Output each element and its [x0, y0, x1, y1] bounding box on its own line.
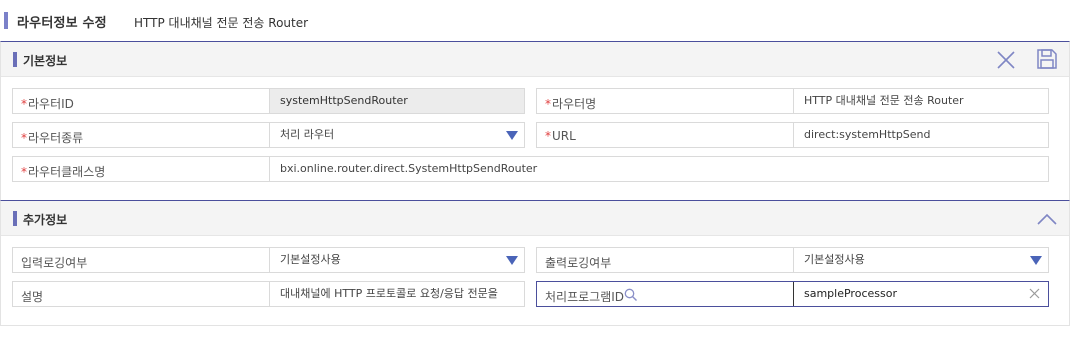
router-class-label: *라우터클래스명 — [21, 165, 106, 179]
title-marker — [4, 12, 8, 29]
description-label: 설명 — [21, 290, 44, 304]
processor-id-input[interactable]: sampleProcessor — [793, 282, 1048, 306]
router-class-input[interactable]: bxi.online.router.direct.SystemHttpSendR… — [269, 157, 1048, 181]
dropdown-arrow-icon[interactable] — [506, 131, 518, 140]
processor-id-field: 처리프로그램ID sampleProcessor — [536, 281, 1049, 307]
router-type-select[interactable]: 처리 라우터 — [269, 123, 524, 147]
output-logging-select[interactable]: 기본설정사용 — [793, 248, 1048, 272]
extra-info-title: 추가정보 — [23, 213, 68, 227]
chevron-up-icon — [1037, 213, 1057, 225]
url-input[interactable]: direct:systemHttpSend — [793, 123, 1048, 147]
router-name-input[interactable]: HTTP 대내채널 전문 전송 Router — [793, 89, 1048, 113]
router-id-field: *라우터ID systemHttpSendRouter — [12, 88, 525, 114]
search-icon[interactable] — [624, 288, 638, 302]
basic-info-section: 기본정보 *라우터ID systemHttpSendRouter *라우터명 H… — [0, 41, 1070, 200]
basic-info-header: 기본정보 — [1, 42, 1069, 77]
collapse-button[interactable] — [1036, 209, 1058, 231]
processor-id-label: 처리프로그램ID — [545, 290, 625, 304]
dropdown-arrow-icon[interactable] — [1030, 256, 1042, 265]
input-logging-label: 입력로깅여부 — [21, 256, 88, 270]
extra-info-header: 추가정보 — [1, 201, 1069, 236]
close-icon — [997, 51, 1015, 69]
router-name-label: *라우터명 — [545, 97, 597, 111]
page-header: 라우터정보 수정 HTTP 대내채널 전문 전송 Router — [0, 0, 1074, 42]
extra-info-section: 추가정보 입력로깅여부 기본설정사용 출력로깅여부 기본설정사용 설명 대내채널… — [0, 200, 1070, 326]
description-field: 설명 대내채널에 HTTP 프로토콜로 요청/응답 전문을 — [12, 281, 525, 307]
router-name-field: *라우터명 HTTP 대내채널 전문 전송 Router — [536, 88, 1049, 114]
router-id-label: *라우터ID — [21, 97, 74, 111]
save-button[interactable] — [1036, 48, 1058, 70]
dropdown-arrow-icon[interactable] — [506, 256, 518, 265]
description-input[interactable]: 대내채널에 HTTP 프로토콜로 요청/응답 전문을 — [269, 282, 524, 306]
close-button[interactable] — [995, 49, 1017, 71]
section-marker — [13, 211, 17, 226]
input-logging-field: 입력로깅여부 기본설정사용 — [12, 247, 525, 273]
router-type-field: *라우터종류 처리 라우터 — [12, 122, 525, 148]
save-icon — [1037, 49, 1057, 69]
section-marker — [13, 52, 17, 67]
page-subtitle: HTTP 대내채널 전문 전송 Router — [134, 16, 309, 30]
output-logging-label: 출력로깅여부 — [545, 256, 612, 270]
page-title: 라우터정보 수정 — [17, 16, 107, 31]
url-label: *URL — [545, 129, 576, 143]
input-logging-select[interactable]: 기본설정사용 — [269, 248, 524, 272]
url-field: *URL direct:systemHttpSend — [536, 122, 1049, 148]
clear-icon[interactable] — [1029, 288, 1040, 299]
router-type-label: *라우터종류 — [21, 131, 84, 145]
output-logging-field: 출력로깅여부 기본설정사용 — [536, 247, 1049, 273]
basic-info-title: 기본정보 — [23, 54, 68, 68]
router-class-field: *라우터클래스명 bxi.online.router.direct.System… — [12, 156, 1049, 182]
router-id-input[interactable]: systemHttpSendRouter — [269, 89, 524, 113]
